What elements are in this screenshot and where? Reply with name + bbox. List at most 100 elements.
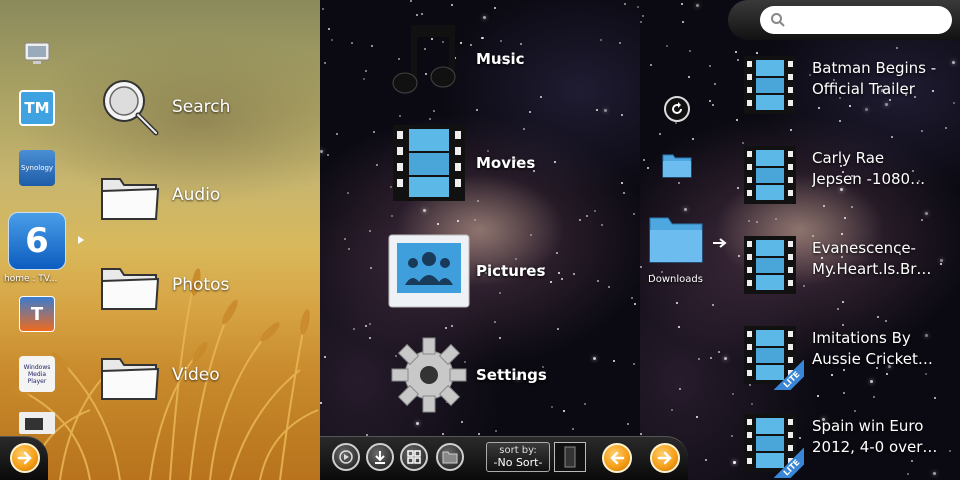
tversity-app-icon[interactable]: T [19, 296, 55, 332]
sort-selector[interactable]: sort by: -No Sort- [486, 442, 550, 472]
star-dot [891, 136, 893, 138]
star-dot [659, 133, 661, 135]
star-dot [682, 21, 684, 23]
windows-media-player-app-icon[interactable]: Windows Media Player [19, 356, 55, 392]
video-list-item[interactable]: LITE Imitations By Aussie Cricket… [744, 326, 960, 392]
star-dot [437, 223, 439, 225]
star-dot [474, 219, 476, 221]
arrow-left-icon [610, 451, 625, 465]
star-dot [877, 316, 879, 318]
gear-icon [391, 337, 467, 413]
star-dot [738, 255, 740, 257]
menu-item-label: Movies [476, 154, 536, 172]
star-dot [712, 104, 714, 106]
star-dot [945, 127, 947, 129]
play-button[interactable] [332, 443, 360, 471]
star-dot [478, 433, 480, 435]
search-input[interactable] [760, 6, 952, 34]
monitor-app-icon[interactable] [19, 36, 55, 72]
tvmobili-app-icon[interactable]: TM [19, 90, 55, 126]
star-dot [714, 83, 716, 85]
star-dot [712, 304, 714, 306]
star-dot [735, 51, 737, 53]
star-dot [647, 167, 649, 169]
film-strip-icon [393, 125, 465, 201]
home-tv-app-icon[interactable]: 6 [8, 212, 66, 270]
star-dot [371, 45, 373, 47]
video-list-item[interactable]: LITE Spain win Euro 2012, 4-0 over… [744, 414, 960, 480]
star-dot [445, 327, 447, 329]
media-app-icon[interactable] [19, 412, 55, 434]
star-dot [643, 159, 645, 161]
wmp-app-text: Windows Media Player [23, 363, 51, 385]
star-dot [640, 433, 642, 435]
arrow-right-icon [17, 451, 32, 465]
grid-view-button[interactable] [400, 443, 428, 471]
dock-selection-arrow-icon [78, 236, 84, 244]
menu-item-audio[interactable]: Audio [98, 160, 298, 230]
star-dot [731, 435, 733, 437]
folder-button[interactable] [436, 443, 464, 471]
star-dot [679, 388, 681, 390]
star-dot [370, 267, 372, 269]
downloads-folder[interactable] [648, 214, 704, 268]
star-dot [896, 47, 898, 49]
lite-badge: LITE [774, 360, 804, 390]
star-dot [676, 302, 678, 304]
star-dot [925, 212, 928, 215]
menu-item-movies[interactable]: Movies [386, 118, 626, 208]
star-dot [324, 62, 326, 64]
folder-small-icon[interactable] [662, 152, 692, 182]
star-dot [692, 138, 694, 140]
back-arrow-button[interactable] [602, 443, 632, 473]
star-dot [327, 154, 329, 156]
menu-item-music[interactable]: Music [386, 14, 626, 104]
star-dot [324, 356, 326, 358]
video-title: Carly Rae Jepsen -1080… [812, 149, 926, 188]
star-dot [320, 150, 323, 153]
star-dot [624, 3, 626, 5]
star-dot [742, 142, 744, 144]
star-dot [353, 328, 355, 330]
star-dot [347, 192, 349, 194]
star-dot [433, 110, 435, 112]
menu-item-search[interactable]: Search [98, 72, 298, 142]
star-dot [348, 248, 350, 250]
star-dot [678, 326, 680, 328]
star-dot [921, 130, 923, 132]
menu-item-photos[interactable]: Photos [98, 250, 298, 320]
menu-item-label: Music [476, 50, 525, 68]
star-dot [633, 363, 635, 365]
magnifier-icon [103, 80, 159, 136]
forward-arrow-button[interactable] [650, 443, 680, 473]
star-dot [775, 218, 777, 220]
star-dot [336, 133, 338, 135]
star-dot [885, 320, 887, 322]
menu-item-settings[interactable]: Settings [386, 330, 626, 420]
star-dot [681, 3, 683, 5]
star-dot [737, 187, 739, 189]
star-dot [678, 182, 680, 184]
grid-icon [407, 450, 421, 464]
video-list-item[interactable]: Carly Rae Jepsen -1080… [744, 146, 960, 212]
download-button[interactable] [366, 443, 394, 471]
forward-arrow-button[interactable] [10, 443, 40, 473]
media-menu-panel: Music Movies Pictures Settings sort by: … [320, 0, 640, 480]
star-dot [633, 213, 635, 215]
video-list-item[interactable]: Batman Begins - Official Trailer [744, 56, 960, 122]
star-dot [817, 395, 819, 397]
star-dot [844, 217, 846, 219]
star-dot [529, 111, 531, 113]
refresh-button[interactable] [664, 96, 690, 122]
star-dot [596, 109, 598, 111]
star-dot [756, 221, 758, 223]
synology-app-icon[interactable]: Synology [19, 150, 55, 186]
synology-app-text: Synology [20, 164, 54, 172]
star-dot [843, 392, 845, 394]
menu-item-pictures[interactable]: Pictures [386, 226, 626, 316]
star-dot [661, 271, 663, 273]
preview-toggle-button[interactable] [554, 442, 586, 472]
menu-item-video[interactable]: Video [98, 340, 298, 410]
menu-item-label: Settings [476, 366, 547, 384]
video-list-item[interactable]: Evanescence- My.Heart.Is.Br… [744, 236, 960, 302]
